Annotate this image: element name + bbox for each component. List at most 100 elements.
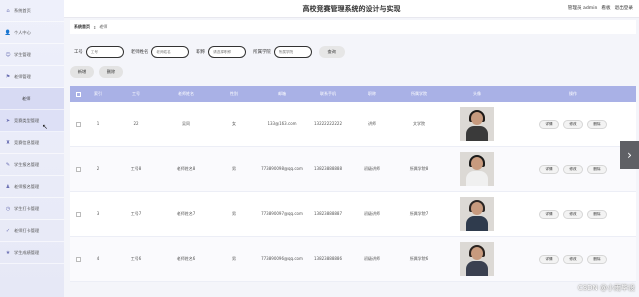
logout-link[interactable]: 退出登录 xyxy=(615,5,633,11)
row-select-cell[interactable] xyxy=(70,102,86,147)
row-delete-button[interactable]: 删除 xyxy=(587,209,607,219)
delete-button[interactable]: 删除 xyxy=(99,66,123,78)
edit-button[interactable]: 修改 xyxy=(563,254,583,264)
teacher-table: 索引 工号 老师姓名 性别 邮箱 联系手机 职称 所属学院 头像 操作 1 22 吴同 女 133@163… xyxy=(70,86,636,282)
trophy-icon: ♜ xyxy=(5,139,11,146)
row-select-cell[interactable] xyxy=(70,237,86,282)
avatar xyxy=(460,197,494,231)
detail-button[interactable]: 详情 xyxy=(539,119,559,129)
sidebar-item-2[interactable]: ☺ 学生管理 xyxy=(0,44,64,66)
search-name-input[interactable] xyxy=(151,46,190,58)
sidebar-item-label: 学生报名管理 xyxy=(14,161,40,167)
column-header-9: 头像 xyxy=(473,91,481,96)
sidebar-item-11[interactable]: ★ 学生成绩管理 xyxy=(0,242,64,264)
column-header-3: 老师姓名 xyxy=(178,91,194,96)
column-header-0[interactable] xyxy=(70,86,86,102)
sidebar-item-label: 学生成绩管理 xyxy=(14,249,40,255)
sidebar-item-label: 学生打卡管理 xyxy=(14,205,40,211)
cell-email: 773890097@qq.com xyxy=(261,211,303,216)
column-header-1: 索引 xyxy=(94,91,102,96)
cell-title: 初级讲师 xyxy=(364,166,380,171)
query-button[interactable]: 查询 xyxy=(318,46,345,58)
add-button[interactable]: 新增 xyxy=(70,66,94,78)
cell-gender: 女 xyxy=(232,121,236,126)
cell-avatar xyxy=(444,237,510,282)
cell-name: 老师姓名7 xyxy=(176,211,196,216)
cell-index: 4 xyxy=(96,256,100,261)
search-id-input[interactable] xyxy=(85,46,124,58)
sidebar-item-0[interactable]: ⌂ 系统首页 xyxy=(0,0,64,22)
row-delete-button[interactable]: 删除 xyxy=(587,119,607,129)
cell-phone: 13823888887 xyxy=(314,211,342,216)
sidebar-item-10[interactable]: ✓ 老师打卡管理 xyxy=(0,220,64,242)
cell-gender: 男 xyxy=(232,211,236,216)
sidebar-item-1[interactable]: 👤 个人中心 xyxy=(0,22,64,44)
row-checkbox[interactable] xyxy=(75,256,81,262)
row-checkbox[interactable] xyxy=(75,166,81,172)
column-header-2: 工号 xyxy=(132,91,140,96)
cell-index: 1 xyxy=(96,121,100,126)
row-select-cell[interactable] xyxy=(70,147,86,192)
home-icon: ⌂ xyxy=(6,7,10,14)
cell-actions: 详情 修改 删除 xyxy=(510,147,636,192)
cell-college: 所属学院6 xyxy=(409,256,429,261)
cell-title: 初级讲师 xyxy=(364,256,380,261)
sidebar-item-label: 老师报名管理 xyxy=(14,183,40,189)
row-select-cell[interactable] xyxy=(70,192,86,237)
cell-email: 773890096@qq.com xyxy=(261,256,303,261)
column-header-4: 性别 xyxy=(230,91,238,96)
cell-actions: 详情 修改 删除 xyxy=(510,192,636,237)
user-label: 管理员 admin xyxy=(567,6,598,11)
breadcrumb-home[interactable]: 系统首页 xyxy=(74,24,90,30)
sidebar-item-4[interactable]: 老师 xyxy=(0,88,64,110)
sidebar-item-8[interactable]: ♟ 老师报名管理 xyxy=(0,176,64,198)
search-label-name: 老师姓名 xyxy=(130,50,149,55)
select-all-checkbox[interactable] xyxy=(75,91,81,97)
edit-button[interactable]: 修改 xyxy=(563,119,583,129)
column-header-8: 所属学院 xyxy=(411,91,427,96)
watermark: CSDN @小雨毕设 xyxy=(577,284,635,292)
cell-gender: 男 xyxy=(232,166,236,171)
cell-avatar xyxy=(444,102,510,147)
breadcrumb-current: 老师 xyxy=(99,24,108,29)
sidebar-item-label: 个人中心 xyxy=(14,29,31,35)
sidebar-item-3[interactable]: ⚑ 老师管理 xyxy=(0,66,64,88)
mouse-cursor-icon: ↖ xyxy=(42,123,48,131)
sidebar-item-label: 竞赛信息管理 xyxy=(14,139,40,145)
cell-name: 老师姓名6 xyxy=(176,256,196,261)
dashboard-link[interactable]: 看板 xyxy=(601,5,610,11)
search-label-college: 所属学院 xyxy=(253,50,271,55)
detail-button[interactable]: 详情 xyxy=(539,209,559,219)
cell-id: 22 xyxy=(133,121,139,126)
check-icon: ✓ xyxy=(5,227,11,234)
sidebar-item-7[interactable]: ✎ 学生报名管理 xyxy=(0,154,64,176)
cell-gender: 男 xyxy=(232,256,236,261)
detail-button[interactable]: 详情 xyxy=(539,254,559,264)
cell-name: 老师姓名8 xyxy=(176,166,196,171)
sidebar-item-label: 老师 xyxy=(22,95,31,101)
main-area: 高校竞赛管理系统的设计与实现 管理员 admin 看板 退出登录 系统首页 ⇕ … xyxy=(64,0,639,297)
row-delete-button[interactable]: 删除 xyxy=(587,164,607,174)
search-title-select[interactable] xyxy=(208,46,247,58)
search-college-input[interactable] xyxy=(273,46,312,58)
sidebar-item-label: 学生管理 xyxy=(14,51,31,57)
sidebar-item-6[interactable]: ♜ 竞赛信息管理 xyxy=(0,132,64,154)
signup-icon: ✎ xyxy=(5,161,11,168)
column-header-7: 职称 xyxy=(368,91,376,96)
cell-phone: 13222222222 xyxy=(314,121,342,126)
row-checkbox[interactable] xyxy=(75,121,81,127)
sidebar-item-9[interactable]: ◷ 学生打卡管理 xyxy=(0,198,64,220)
teacher-icon: ⚑ xyxy=(5,73,11,80)
breadcrumb: 系统首页 ⇕ 老师 xyxy=(70,20,636,34)
row-checkbox[interactable] xyxy=(75,211,81,217)
cell-id: 工号8 xyxy=(130,166,142,171)
edit-button[interactable]: 修改 xyxy=(563,209,583,219)
chevron-right-icon[interactable]: › xyxy=(620,141,639,169)
detail-button[interactable]: 详情 xyxy=(539,164,559,174)
page-title: 高校竞赛管理系统的设计与实现 xyxy=(302,5,401,13)
search-bar: 工号 老师姓名 职称 所属学院 查询 xyxy=(70,40,636,64)
row-delete-button[interactable]: 删除 xyxy=(587,254,607,264)
edit-button[interactable]: 修改 xyxy=(563,164,583,174)
cell-id: 工号7 xyxy=(130,211,142,216)
sidebar-item-5[interactable]: ➤ 竞赛类型管理 xyxy=(0,110,64,132)
